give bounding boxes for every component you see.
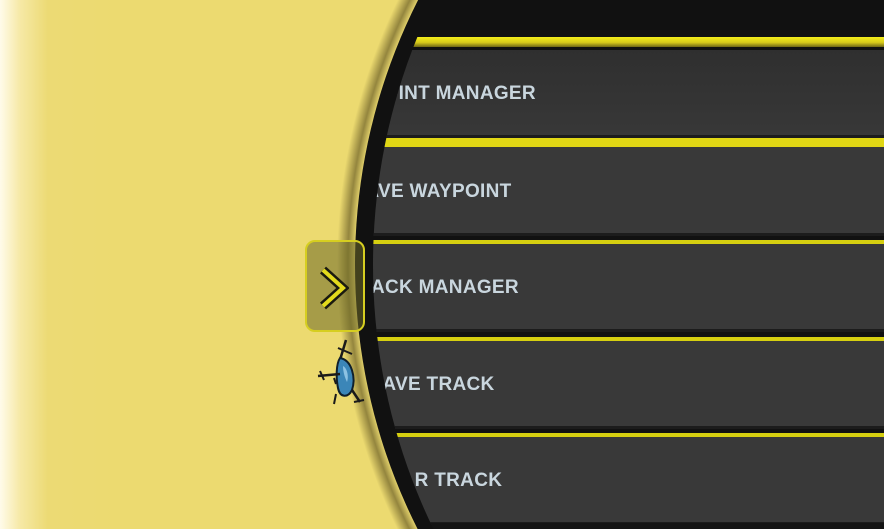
chevron-right-icon — [319, 266, 349, 310]
helicopter-icon — [317, 339, 365, 405]
menu-collapse-handle[interactable] — [305, 240, 365, 332]
panel-top-accent — [395, 37, 884, 47]
screen: WAYPOINT MANAGER SAVE WAYPOINT TRACK MAN… — [0, 0, 884, 529]
save-track-label: SAVE TRACK — [369, 374, 495, 395]
